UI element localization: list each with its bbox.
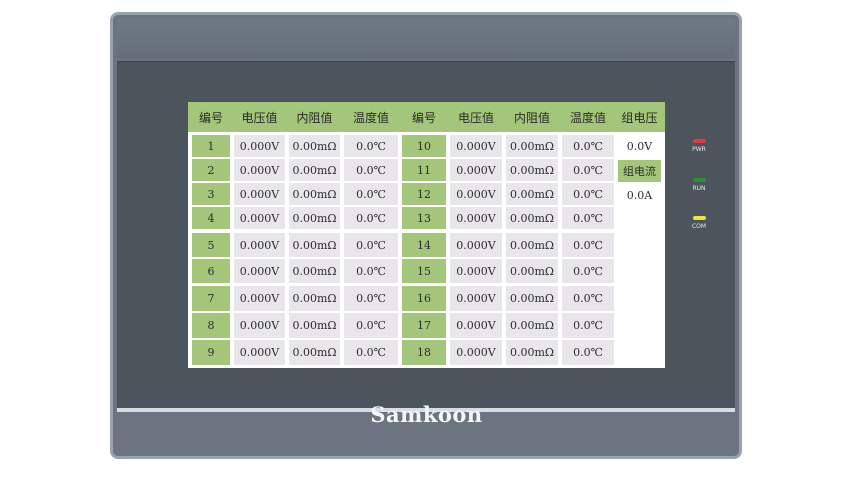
resistance-value: 0.00mΩ (506, 259, 558, 283)
hmi-screen: 编号 电压值 内阻值 温度值 编号 电压值 内阻值 温度值 组电压 1 0.000V 0.00mΩ 0.… (188, 102, 665, 368)
led-com: COM (686, 216, 712, 230)
device-top-bar (117, 19, 735, 59)
header-group-voltage: 组电压 (621, 110, 658, 125)
row-number-cell: 5 (192, 233, 230, 257)
row-number-cell: 12 (402, 183, 446, 205)
led-pwr: PWR (686, 139, 712, 153)
resistance-value: 0.00mΩ (289, 233, 340, 257)
resistance-value: 0.00mΩ (289, 259, 340, 283)
voltage-value: 0.000V (234, 286, 285, 311)
voltage-value: 0.000V (450, 233, 502, 257)
temperature-value: 0.0℃ (344, 259, 398, 283)
row-number-cell: 10 (402, 135, 446, 157)
brand-logo: Samkoon (370, 402, 483, 427)
temperature-value: 0.0℃ (562, 183, 614, 205)
resistance-value: 0.00mΩ (289, 135, 340, 157)
header-temperature: 温度值 (352, 110, 389, 125)
resistance-value: 0.00mΩ (506, 286, 558, 311)
led-run: RUN (686, 178, 712, 192)
temperature-value: 0.0℃ (344, 313, 398, 338)
resistance-value: 0.00mΩ (506, 159, 558, 181)
voltage-value: 0.000V (234, 259, 285, 283)
row-number-cell: 13 (402, 207, 446, 229)
voltage-value: 0.000V (450, 286, 502, 311)
temperature-value: 0.0℃ (562, 259, 614, 283)
group-current-value: 0.0A (618, 184, 661, 206)
temperature-value: 0.0℃ (562, 340, 614, 365)
resistance-value: 0.00mΩ (289, 286, 340, 311)
voltage-value: 0.000V (450, 259, 502, 283)
resistance-value: 0.00mΩ (506, 340, 558, 365)
led-indicator-icon (692, 139, 706, 143)
row-number-cell: 1 (192, 135, 230, 157)
led-label: COM (691, 223, 707, 230)
voltage-value: 0.000V (234, 159, 285, 181)
temperature-value: 0.0℃ (344, 183, 398, 205)
header-voltage-2: 电压值 (457, 110, 494, 125)
resistance-value: 0.00mΩ (289, 207, 340, 229)
header-temperature-2: 温度值 (569, 110, 606, 125)
resistance-value: 0.00mΩ (506, 183, 558, 205)
row-number-cell: 3 (192, 183, 230, 205)
temperature-value: 0.0℃ (344, 135, 398, 157)
resistance-value: 0.00mΩ (506, 313, 558, 338)
row-number-cell: 14 (402, 233, 446, 257)
voltage-value: 0.000V (450, 183, 502, 205)
group-current-label: 组电流 (618, 160, 661, 182)
row-number-cell: 7 (192, 286, 230, 311)
temperature-value: 0.0℃ (562, 207, 614, 229)
row-number-cell: 2 (192, 159, 230, 181)
resistance-value: 0.00mΩ (506, 233, 558, 257)
temperature-value: 0.0℃ (344, 340, 398, 365)
voltage-value: 0.000V (234, 233, 285, 257)
temperature-value: 0.0℃ (562, 159, 614, 181)
row-number-cell: 9 (192, 340, 230, 365)
resistance-value: 0.00mΩ (289, 159, 340, 181)
header-number: 编号 (198, 110, 223, 125)
voltage-value: 0.000V (450, 207, 502, 229)
row-number-cell: 16 (402, 286, 446, 311)
voltage-value: 0.000V (450, 340, 502, 365)
resistance-value: 0.00mΩ (506, 135, 558, 157)
header-number-2: 编号 (411, 110, 436, 125)
resistance-value: 0.00mΩ (506, 207, 558, 229)
row-number-cell: 18 (402, 340, 446, 365)
header-voltage: 电压值 (241, 110, 278, 125)
led-label: PWR (692, 146, 706, 153)
temperature-value: 0.0℃ (562, 313, 614, 338)
led-indicator-icon (692, 178, 706, 182)
temperature-value: 0.0℃ (344, 286, 398, 311)
led-indicator-icon (692, 216, 706, 220)
row-number-cell: 15 (402, 259, 446, 283)
row-number-cell: 4 (192, 207, 230, 229)
resistance-value: 0.00mΩ (289, 340, 340, 365)
resistance-value: 0.00mΩ (289, 183, 340, 205)
voltage-value: 0.000V (234, 313, 285, 338)
voltage-value: 0.000V (234, 207, 285, 229)
row-number-cell: 17 (402, 313, 446, 338)
voltage-value: 0.000V (450, 159, 502, 181)
voltage-value: 0.000V (234, 183, 285, 205)
temperature-value: 0.0℃ (562, 135, 614, 157)
voltage-value: 0.000V (450, 313, 502, 338)
voltage-value: 0.000V (450, 135, 502, 157)
row-number-cell: 6 (192, 259, 230, 283)
header-resistance-2: 内阻值 (513, 110, 550, 125)
temperature-value: 0.0℃ (344, 159, 398, 181)
voltage-value: 0.000V (234, 135, 285, 157)
led-label: RUN (692, 185, 706, 192)
temperature-value: 0.0℃ (344, 233, 398, 257)
temperature-value: 0.0℃ (562, 286, 614, 311)
group-voltage-value: 0.0V (618, 135, 661, 157)
temperature-value: 0.0℃ (344, 207, 398, 229)
temperature-value: 0.0℃ (562, 233, 614, 257)
row-number-cell: 11 (402, 159, 446, 181)
resistance-value: 0.00mΩ (289, 313, 340, 338)
row-number-cell: 8 (192, 313, 230, 338)
voltage-value: 0.000V (234, 340, 285, 365)
header-resistance: 内阻值 (296, 110, 333, 125)
